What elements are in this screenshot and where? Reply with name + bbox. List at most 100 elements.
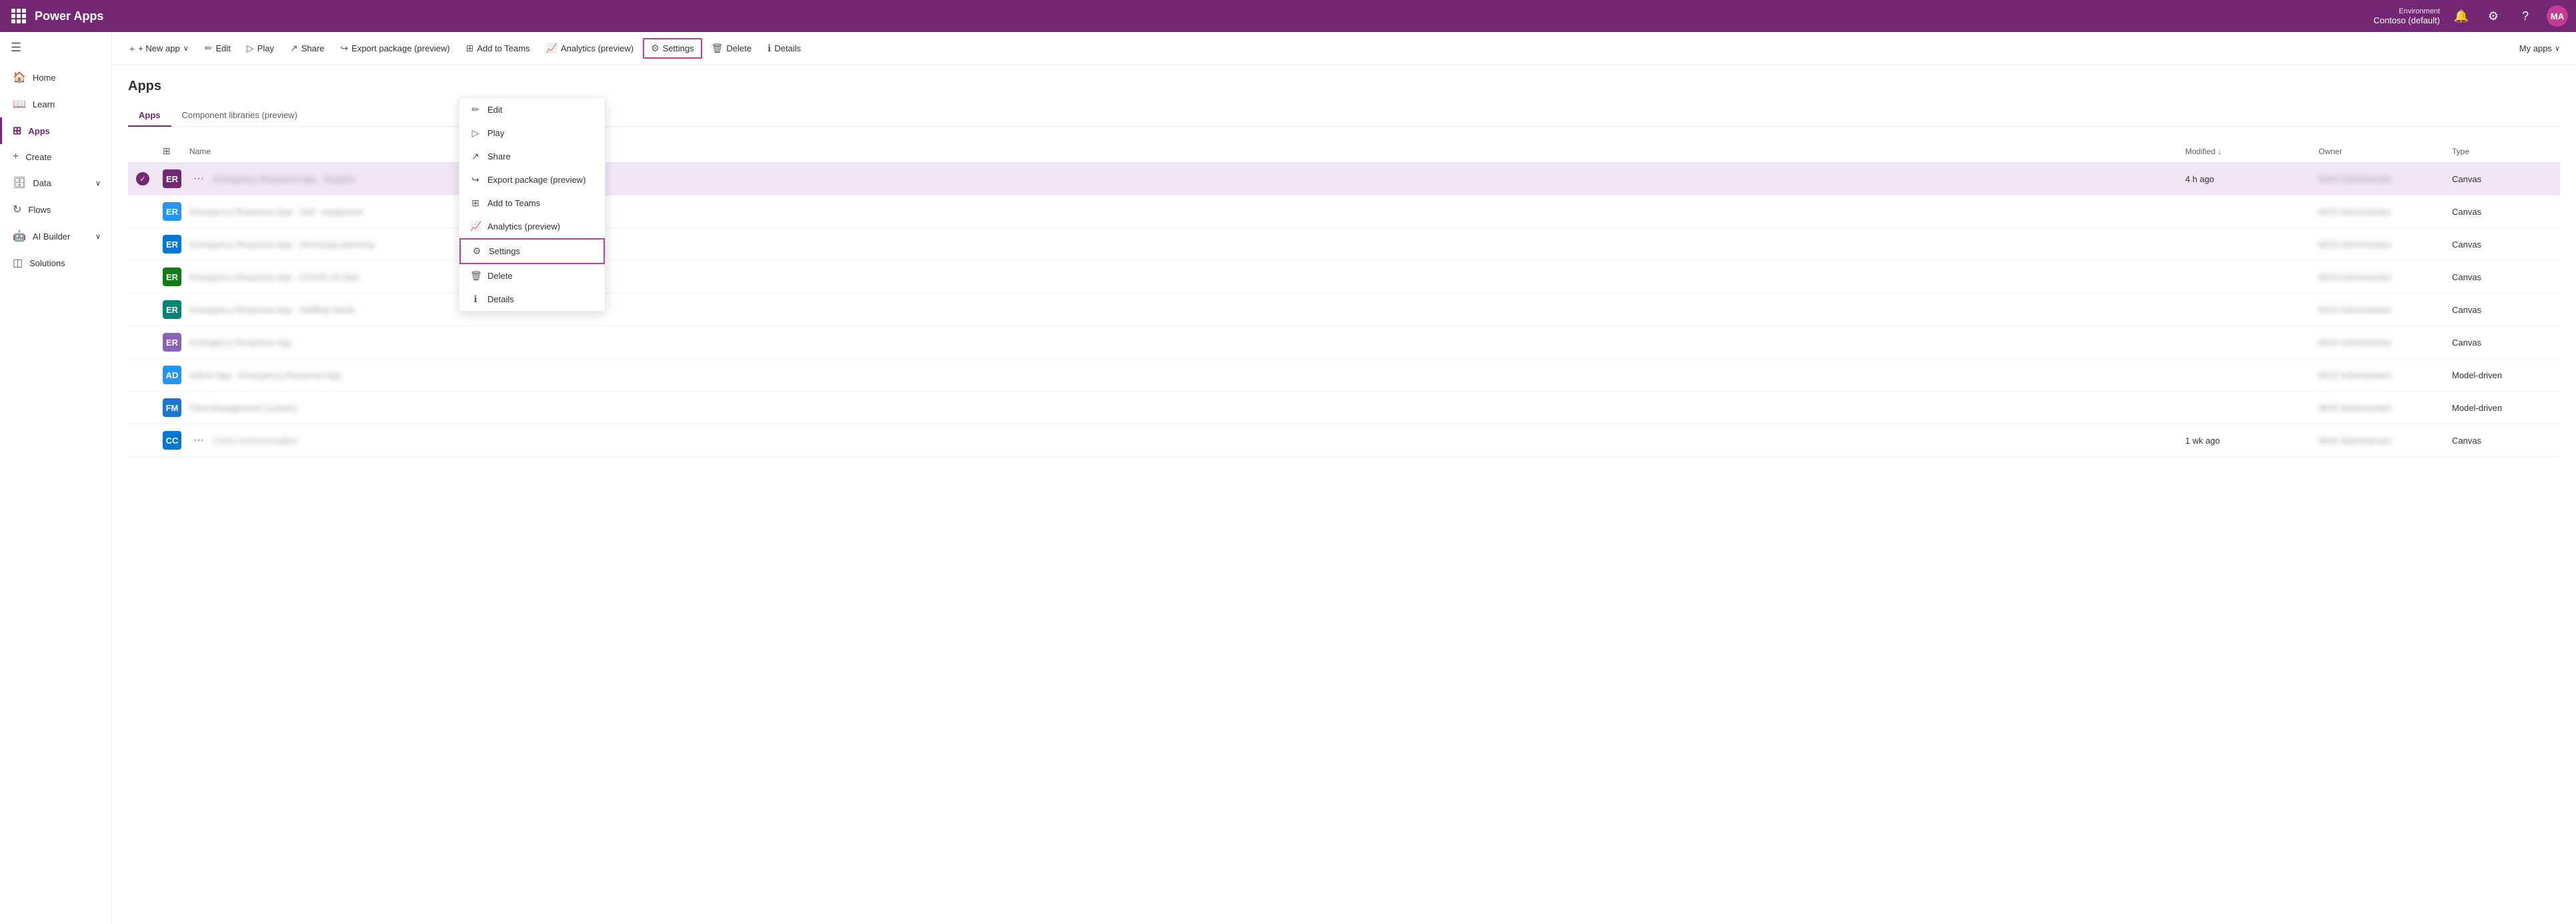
app-icon: CC — [163, 431, 181, 450]
my-apps-button[interactable]: My apps ∨ — [2514, 40, 2565, 57]
ai-builder-chevron-icon: ∨ — [95, 232, 101, 241]
edit-button[interactable]: ✏ Edit — [198, 39, 237, 57]
row-name: Field Management (custom) — [189, 403, 2185, 413]
share-menu-icon: ↗ — [470, 151, 481, 162]
sidebar-label-learn: Learn — [33, 99, 55, 109]
sidebar-item-create[interactable]: + Create — [0, 144, 111, 169]
row-modified: 4 h ago — [2185, 174, 2319, 184]
sidebar-item-ai-builder[interactable]: 🤖 AI Builder ∨ — [0, 223, 111, 250]
context-menu-item-add_to_teams[interactable]: ⊞ Add to Teams — [459, 191, 605, 215]
tab-apps[interactable]: Apps — [128, 105, 171, 127]
sidebar: ☰ 🏠 Home 📖 Learn ⊞ Apps + Create 🗄 Data … — [0, 32, 112, 924]
row-type: Model-driven — [2452, 403, 2552, 413]
row-type: Canvas — [2452, 240, 2552, 250]
row-icon: ER — [163, 300, 189, 319]
context-menu-item-settings[interactable]: ⚙Settings — [459, 238, 605, 264]
settings-gear-icon: ⚙ — [651, 43, 660, 54]
delete-icon: 🗑 — [712, 43, 724, 54]
tab-component-libraries[interactable]: Component libraries (preview) — [171, 105, 308, 127]
row-icon: ER — [163, 202, 189, 221]
delete-button[interactable]: 🗑 Delete — [705, 39, 758, 57]
sidebar-item-solutions[interactable]: ◫ Solutions — [0, 250, 111, 276]
col-type-header[interactable]: Type — [2452, 147, 2552, 156]
play-button[interactable]: ▷ Play — [240, 39, 281, 57]
context-menu-item-details[interactable]: ℹDetails — [459, 288, 605, 311]
sidebar-label-data: Data — [33, 178, 51, 188]
data-icon: 🗄 — [13, 176, 26, 189]
play-menu-icon: ▷ — [470, 127, 481, 139]
more-options-button[interactable]: ··· — [189, 433, 208, 448]
row-owner: MOD Administrator — [2319, 174, 2452, 184]
add_to_teams-menu-icon: ⊞ — [470, 197, 481, 209]
col-owner-header[interactable]: Owner — [2319, 147, 2452, 156]
new-app-chevron-icon: ∨ — [183, 44, 189, 53]
app-icon: AD — [163, 366, 181, 384]
new-app-button[interactable]: + + New app ∨ — [123, 40, 195, 57]
details-button[interactable]: ℹ Details — [761, 39, 808, 57]
my-apps-chevron-icon: ∨ — [2555, 44, 2560, 53]
delete-menu-icon: 🗑 — [470, 270, 481, 282]
context-menu-item-export_package[interactable]: ↪Export package (preview) — [459, 168, 605, 191]
row-owner: MOD Administrator — [2319, 207, 2452, 217]
analytics-menu-icon: 📈 — [470, 221, 481, 232]
context-menu-item-share[interactable]: ↗Share — [459, 145, 605, 168]
app-name: Admin App - Emergency Response App — [189, 370, 341, 380]
row-name: ···Crisis Communication — [189, 433, 2185, 448]
row-name: Emergency Response App — [189, 338, 2185, 348]
context-menu-item-edit[interactable]: ✏Edit — [459, 98, 605, 121]
row-type: Canvas — [2452, 174, 2552, 184]
sidebar-label-ai-builder: AI Builder — [33, 232, 70, 242]
app-name: Emergency Response App - Discharge plann… — [189, 240, 374, 250]
row-type: Model-driven — [2452, 370, 2552, 380]
analytics-button[interactable]: 📈 Analytics (preview) — [539, 39, 641, 57]
delete-menu-label: Delete — [487, 271, 513, 281]
top-nav-right: Environment Contoso (default) 🔔 ⚙ ? MA — [2373, 5, 2568, 27]
export-button[interactable]: ↪ Export package (preview) — [333, 39, 456, 57]
context-menu-item-delete[interactable]: 🗑 Delete — [459, 264, 605, 288]
environment-info[interactable]: Environment Contoso (default) — [2373, 7, 2440, 25]
row-owner: MOD Administrator — [2319, 338, 2452, 348]
col-modified-header[interactable]: Modified ↓ — [2185, 147, 2319, 156]
row-check[interactable]: ✓ — [136, 172, 163, 185]
page-title: Apps — [128, 79, 2560, 94]
sidebar-item-apps[interactable]: ⊞ Apps — [0, 117, 111, 144]
context-menu-item-play[interactable]: ▷Play — [459, 121, 605, 145]
sidebar-item-flows[interactable]: ↻ Flows — [0, 196, 111, 223]
add_to_teams-menu-label: Add to Teams — [487, 198, 540, 208]
analytics-icon: 📈 — [546, 43, 557, 54]
table-row[interactable]: FMField Management (custom)MOD Administr… — [128, 392, 2560, 424]
row-owner: MOD Administrator — [2319, 370, 2452, 380]
edit-icon: ✏ — [205, 43, 213, 54]
more-options-button[interactable]: ··· — [189, 171, 208, 186]
home-icon: 🏠 — [13, 71, 26, 84]
row-owner: MOD Administrator — [2319, 403, 2452, 413]
context-menu-item-analytics[interactable]: 📈 Analytics (preview) — [459, 215, 605, 238]
waffle-menu[interactable] — [8, 5, 29, 27]
row-icon: AD — [163, 366, 189, 384]
settings-icon[interactable]: ⚙ — [2483, 5, 2504, 27]
app-name: Emergency Response App - Self - equipmen… — [189, 207, 363, 217]
settings-button[interactable]: ⚙ Settings — [643, 38, 702, 59]
select-all-icon[interactable]: ⊞ — [163, 145, 171, 156]
sidebar-item-home[interactable]: 🏠 Home — [0, 64, 111, 91]
sidebar-toggle[interactable]: ☰ — [0, 32, 111, 64]
table-row[interactable]: AD Admin App - Emergency Response App MOD … — [128, 359, 2560, 392]
app-icon: ER — [163, 300, 181, 319]
table-row[interactable]: CC···Crisis Communication1 wk agoMOD Adm… — [128, 424, 2560, 457]
analytics-menu-label: Analytics (preview) — [487, 221, 560, 232]
help-icon[interactable]: ? — [2515, 5, 2536, 27]
notifications-icon[interactable]: 🔔 — [2451, 5, 2472, 27]
table-row[interactable]: EREmergency Response AppMOD Administrato… — [128, 326, 2560, 359]
sidebar-label-flows: Flows — [28, 205, 51, 215]
new-app-icon: + — [129, 43, 135, 54]
play-icon: ▷ — [247, 43, 254, 54]
row-owner: MOD Administrator — [2319, 436, 2452, 446]
add-to-teams-button[interactable]: ⊞ Add to Teams — [459, 39, 537, 57]
share-button[interactable]: ↗ Share — [283, 39, 331, 57]
sidebar-item-learn[interactable]: 📖 Learn — [0, 91, 111, 117]
sidebar-item-data[interactable]: 🗄 Data ∨ — [0, 169, 111, 196]
edit-menu-icon: ✏ — [470, 104, 481, 115]
avatar[interactable]: MA — [2547, 5, 2568, 27]
toolbar: + + New app ∨ ✏ Edit ▷ Play ↗ Share ↪ Ex… — [112, 32, 2576, 65]
row-type: Canvas — [2452, 436, 2552, 446]
